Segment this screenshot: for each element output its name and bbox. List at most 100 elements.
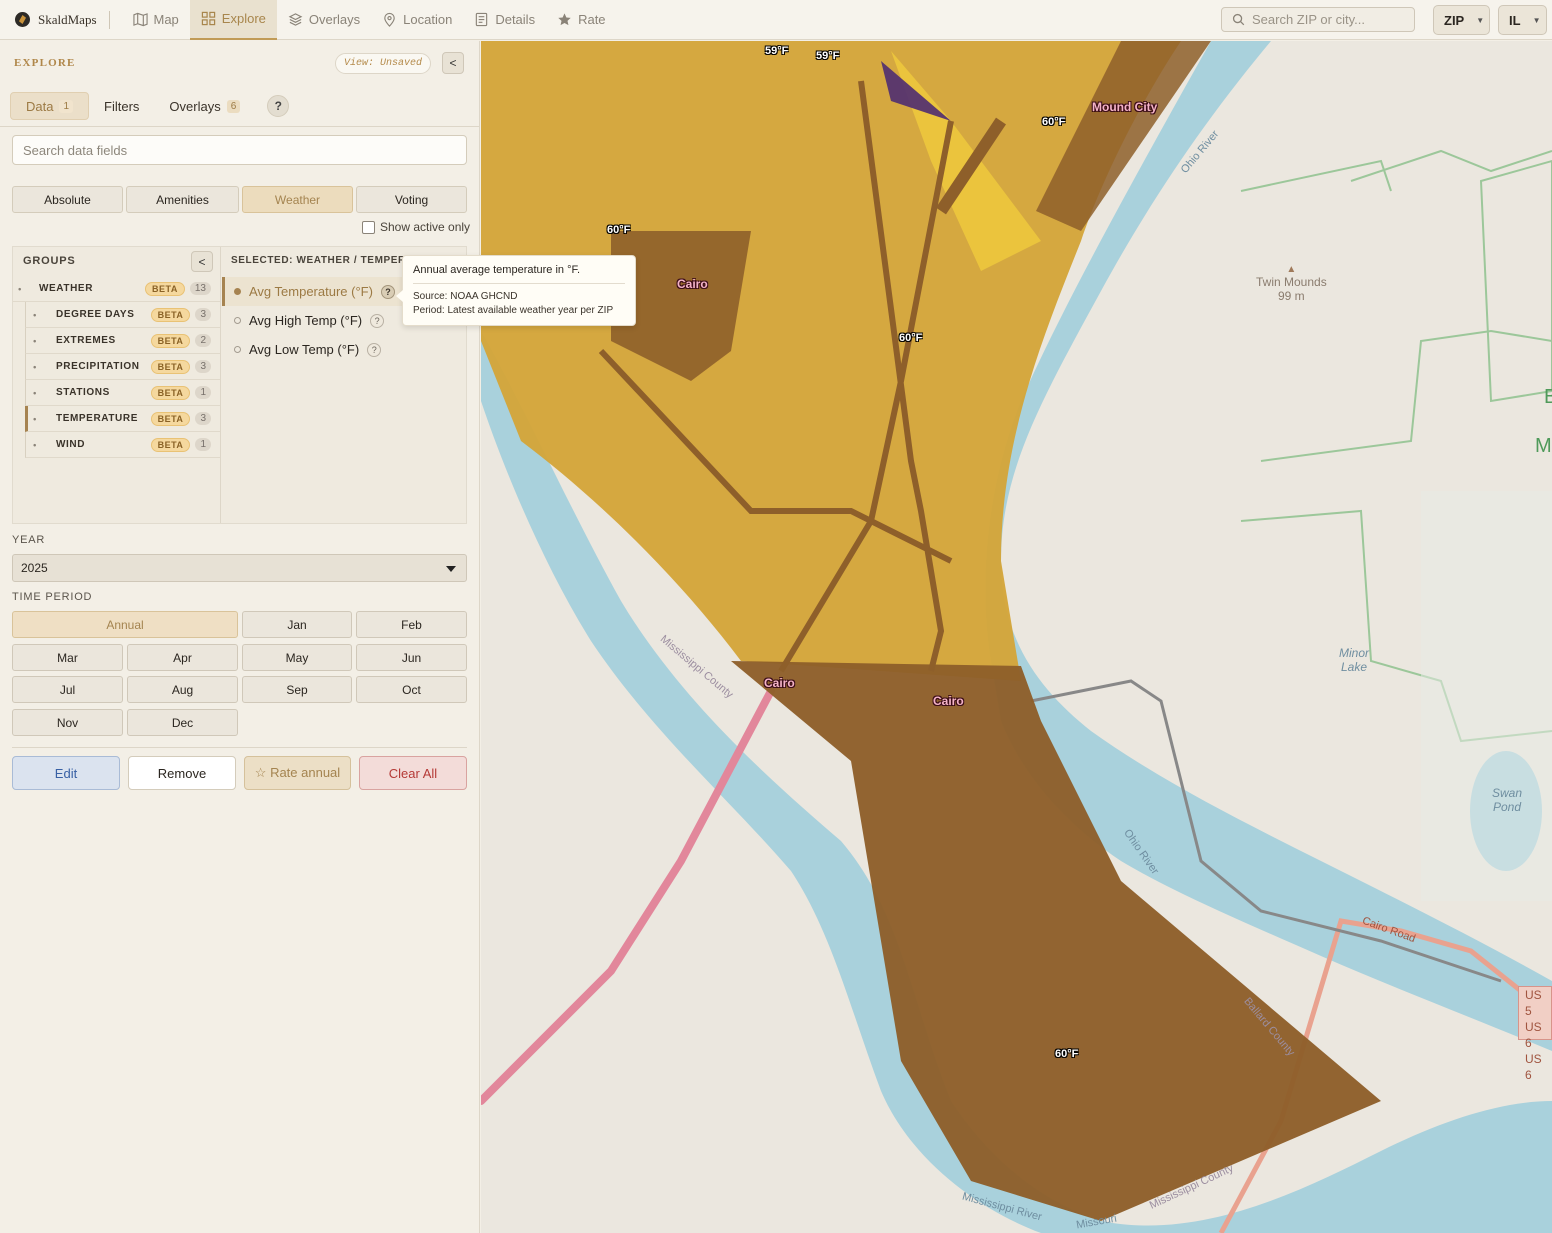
nav-explore[interactable]: Explore <box>189 0 277 40</box>
geography-select[interactable]: ZIP ▼ <box>1433 5 1490 35</box>
tab-filters-label: Filters <box>104 98 140 114</box>
edge-label: M <box>1535 435 1552 457</box>
beta-badge: BETA <box>150 411 191 426</box>
nav-map[interactable]: Map <box>122 0 190 40</box>
help-button[interactable]: ? <box>267 95 290 117</box>
period-jul[interactable]: Jul <box>12 676 123 703</box>
data-field-search-input[interactable]: Search data fields <box>12 135 467 165</box>
divider <box>12 747 467 748</box>
radio-selected[interactable] <box>234 288 241 295</box>
group-label: EXTREMES <box>56 335 116 346</box>
city-label: Cairo <box>933 694 964 708</box>
pin-icon <box>384 12 395 27</box>
year-select[interactable]: 2025 <box>12 554 467 582</box>
temp-label: 59°F <box>816 50 840 62</box>
tab-overlays-count: 6 <box>226 99 241 113</box>
nav-rate-label: Rate <box>578 12 606 27</box>
chevron-down-icon: ▼ <box>1532 15 1541 25</box>
bullet-icon: • <box>33 361 37 372</box>
nav-rate[interactable]: Rate <box>546 0 616 40</box>
group-stations[interactable]: • STATIONS BETA 1 <box>25 380 220 406</box>
year-label: YEAR <box>12 534 46 546</box>
view-state-badge[interactable]: View: Unsaved <box>335 53 432 74</box>
help-icon[interactable]: ? <box>370 313 385 328</box>
clear-all-button[interactable]: Clear All <box>359 756 467 790</box>
group-temperature[interactable]: • TEMPERATURE BETA 3 <box>25 406 220 432</box>
collapse-groups-button[interactable]: < <box>191 251 213 272</box>
group-label: WEATHER <box>39 283 94 294</box>
edit-button[interactable]: Edit <box>12 756 120 790</box>
bullet-icon: • <box>33 387 37 398</box>
nav-overlays[interactable]: Overlays <box>277 0 371 40</box>
group-count: 13 <box>189 282 211 295</box>
tab-data-count: 1 <box>59 99 74 113</box>
route-shield: US 6 <box>1525 1020 1542 1050</box>
group-label: STATIONS <box>56 387 110 398</box>
document-icon <box>476 12 488 27</box>
tab-filters[interactable]: Filters <box>89 92 154 120</box>
nav-location[interactable]: Location <box>371 0 463 40</box>
period-mar[interactable]: Mar <box>12 644 123 671</box>
divider <box>0 126 480 127</box>
tab-data[interactable]: Data 1 <box>10 92 90 120</box>
group-degree-days[interactable]: • DEGREE DAYS BETA 3 <box>25 302 220 328</box>
star-icon <box>558 13 571 26</box>
period-sep[interactable]: Sep <box>242 676 352 703</box>
rate-annual-button[interactable]: ☆ Rate annual <box>244 756 351 790</box>
help-icon[interactable]: ? <box>367 342 382 357</box>
map-canvas[interactable]: 59°F 59°F 60°F 60°F 60°F 60°F Mound City… <box>481 41 1552 1233</box>
tooltip-source: Source: NOAA GHCND <box>413 291 518 302</box>
group-count: 3 <box>195 360 211 373</box>
group-extremes[interactable]: • EXTREMES BETA 2 <box>25 328 220 354</box>
category-weather[interactable]: Weather <box>242 186 353 213</box>
period-jan[interactable]: Jan <box>242 611 352 638</box>
tab-data-label: Data <box>26 98 54 114</box>
category-amenities[interactable]: Amenities <box>126 186 239 213</box>
checkbox[interactable] <box>362 220 375 234</box>
group-weather[interactable]: • WEATHER BETA 13 <box>13 276 220 302</box>
radio[interactable] <box>234 317 241 324</box>
group-wind[interactable]: • WIND BETA 1 <box>25 432 220 458</box>
period-feb[interactable]: Feb <box>356 611 467 638</box>
show-active-only-label: Show active only <box>380 220 471 234</box>
layers-icon <box>288 13 303 26</box>
category-voting[interactable]: Voting <box>356 186 467 213</box>
collapse-panel-button[interactable]: < <box>442 52 464 74</box>
period-oct[interactable]: Oct <box>356 676 467 703</box>
field-info-tooltip: Annual average temperature in °F. Source… <box>396 255 636 326</box>
field-label: Avg High Temp (°F) <box>249 313 363 328</box>
period-jun[interactable]: Jun <box>356 644 467 671</box>
remove-button[interactable]: Remove <box>128 756 236 790</box>
beta-badge: BETA <box>150 385 191 400</box>
grid-icon <box>201 11 215 26</box>
tooltip-description: Annual average temperature in °F. <box>413 264 625 284</box>
field-avg-low-temp[interactable]: Avg Low Temp (°F) ? <box>222 335 466 364</box>
group-count: 3 <box>195 308 211 321</box>
period-nov[interactable]: Nov <box>12 709 123 736</box>
route-shield: US 6 <box>1525 1052 1542 1082</box>
groups-title: GROUPS <box>23 255 76 267</box>
nav-overlays-label: Overlays <box>308 12 361 27</box>
map-icon <box>132 12 148 27</box>
period-may[interactable]: May <box>242 644 352 671</box>
radio[interactable] <box>234 346 241 353</box>
search-icon <box>1232 13 1245 26</box>
tab-overlays[interactable]: Overlays 6 <box>154 92 255 120</box>
nav-details[interactable]: Details <box>463 0 546 40</box>
period-annual[interactable]: Annual <box>12 611 238 638</box>
show-active-only-toggle[interactable]: Show active only <box>362 220 470 234</box>
geography-select-value: ZIP <box>1444 12 1465 28</box>
period-apr[interactable]: Apr <box>127 644 238 671</box>
group-label: DEGREE DAYS <box>56 309 135 320</box>
state-select[interactable]: IL ▼ <box>1498 5 1547 35</box>
brand[interactable]: SkaldMaps <box>0 0 122 40</box>
group-precipitation[interactable]: • PRECIPITATION BETA 3 <box>25 354 220 380</box>
help-icon[interactable]: ? <box>380 284 395 299</box>
group-label: TEMPERATURE <box>56 413 138 424</box>
location-search-input[interactable]: Search ZIP or city... <box>1221 7 1415 32</box>
route-shields: US 5 US 6 US 6 <box>1518 986 1552 1082</box>
period-aug[interactable]: Aug <box>127 676 238 703</box>
category-absolute[interactable]: Absolute <box>12 186 123 213</box>
period-dec[interactable]: Dec <box>127 709 238 736</box>
city-label: Cairo <box>677 277 708 291</box>
